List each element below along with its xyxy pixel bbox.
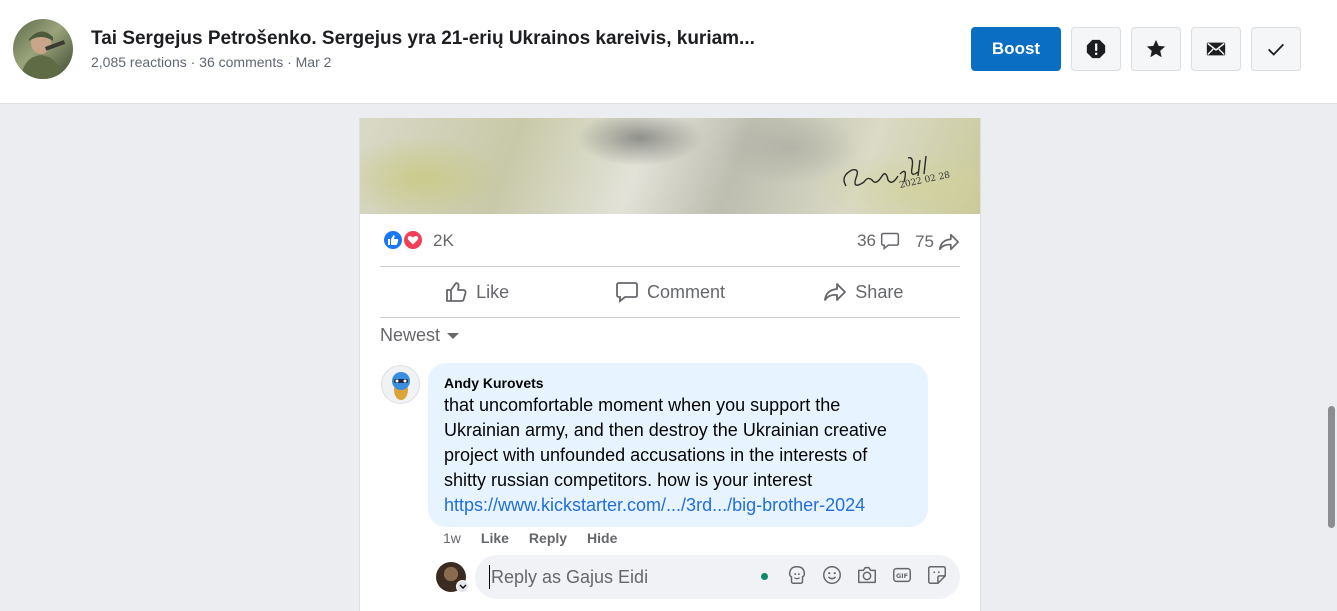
caret-down-icon [447,332,460,339]
post-image[interactable]: 2022 02 28 [360,118,980,214]
emoji-icon[interactable] [821,564,843,586]
alert-icon [1086,39,1106,59]
comment-bubble-icon [880,232,900,251]
reply-input[interactable] [489,565,749,589]
comment-actions: 1w Like Reply Hide [443,530,617,546]
comment-author[interactable]: Andy Kurovets [444,375,912,391]
reactions-count: 2K [433,231,454,250]
svg-text:GIF: GIF [896,572,908,580]
share-icon [824,283,847,301]
like-button[interactable]: Like [380,268,573,316]
comment-time[interactable]: 1w [443,530,461,546]
reaction-icons [380,228,428,252]
reply-composer: GIF [475,555,960,599]
love-reaction-icon [402,229,424,251]
post-meta: 2,085 reactions · 36 comments · Mar 2 [91,54,332,70]
share-button-label: Share [855,281,904,302]
active-status-dot [761,573,768,580]
mail-icon [1206,42,1226,56]
comment-reply-button[interactable]: Reply [529,530,567,546]
post-card: 2022 02 28 2K 36 75 Like Comment Share N… [359,118,981,611]
comment-like-button[interactable]: Like [481,530,509,546]
comment-body: that uncomfortable moment when you suppo… [444,393,912,518]
comment-bubble: Andy Kurovets that uncomfortable moment … [428,363,928,527]
message-button[interactable] [1191,27,1241,71]
boost-button[interactable]: Boost [971,27,1061,71]
divider [380,317,960,318]
comment-sort-dropdown[interactable]: Newest [380,325,460,346]
star-icon [1146,39,1166,58]
chevron-down-icon[interactable] [456,580,469,593]
shares-count-value: 75 [915,232,934,251]
post-actions: Like Comment Share [380,268,960,316]
shares-count[interactable]: 75 [915,231,960,253]
post-title[interactable]: Tai Sergejus Petrošenko. Sergejus yra 21… [91,28,755,50]
comment-hide-button[interactable]: Hide [587,530,617,546]
camera-icon[interactable] [856,564,878,586]
like-button-label: Like [476,281,510,302]
like-reaction-icon [382,229,404,251]
reactions-summary[interactable]: 2K 36 75 [380,228,960,254]
post-header: Tai Sergejus Petrošenko. Sergejus yra 21… [0,0,1337,104]
report-button[interactable] [1071,27,1121,71]
divider [380,266,960,267]
comment-link[interactable]: https://www.kickstarter.com/.../3rd.../b… [444,495,865,515]
sort-label: Newest [380,325,441,345]
share-button[interactable]: Share [767,268,960,316]
favorite-button[interactable] [1131,27,1181,71]
share-arrow-icon [939,233,959,251]
comment-button-label: Comment [646,281,725,302]
mark-done-button[interactable] [1251,27,1301,71]
page-avatar[interactable] [13,19,73,79]
comment-icon [616,282,638,303]
artist-signature: 2022 02 28 [843,155,952,191]
thumbs-up-icon [446,282,467,302]
commenter-avatar[interactable] [381,365,420,404]
comment-text: that uncomfortable moment when you suppo… [444,395,887,490]
check-icon [1268,43,1284,56]
signature-date: 2022 02 28 [899,170,952,191]
sticker-icon[interactable] [926,564,948,586]
avatar-sticker-icon[interactable] [786,564,808,586]
comments-count[interactable]: 36 [857,231,900,251]
gif-icon[interactable]: GIF [891,564,913,586]
page-scrollbar[interactable] [1328,406,1335,528]
comment-button[interactable]: Comment [573,268,766,316]
reply-tools: GIF [786,564,948,586]
comments-count-value: 36 [857,231,876,250]
